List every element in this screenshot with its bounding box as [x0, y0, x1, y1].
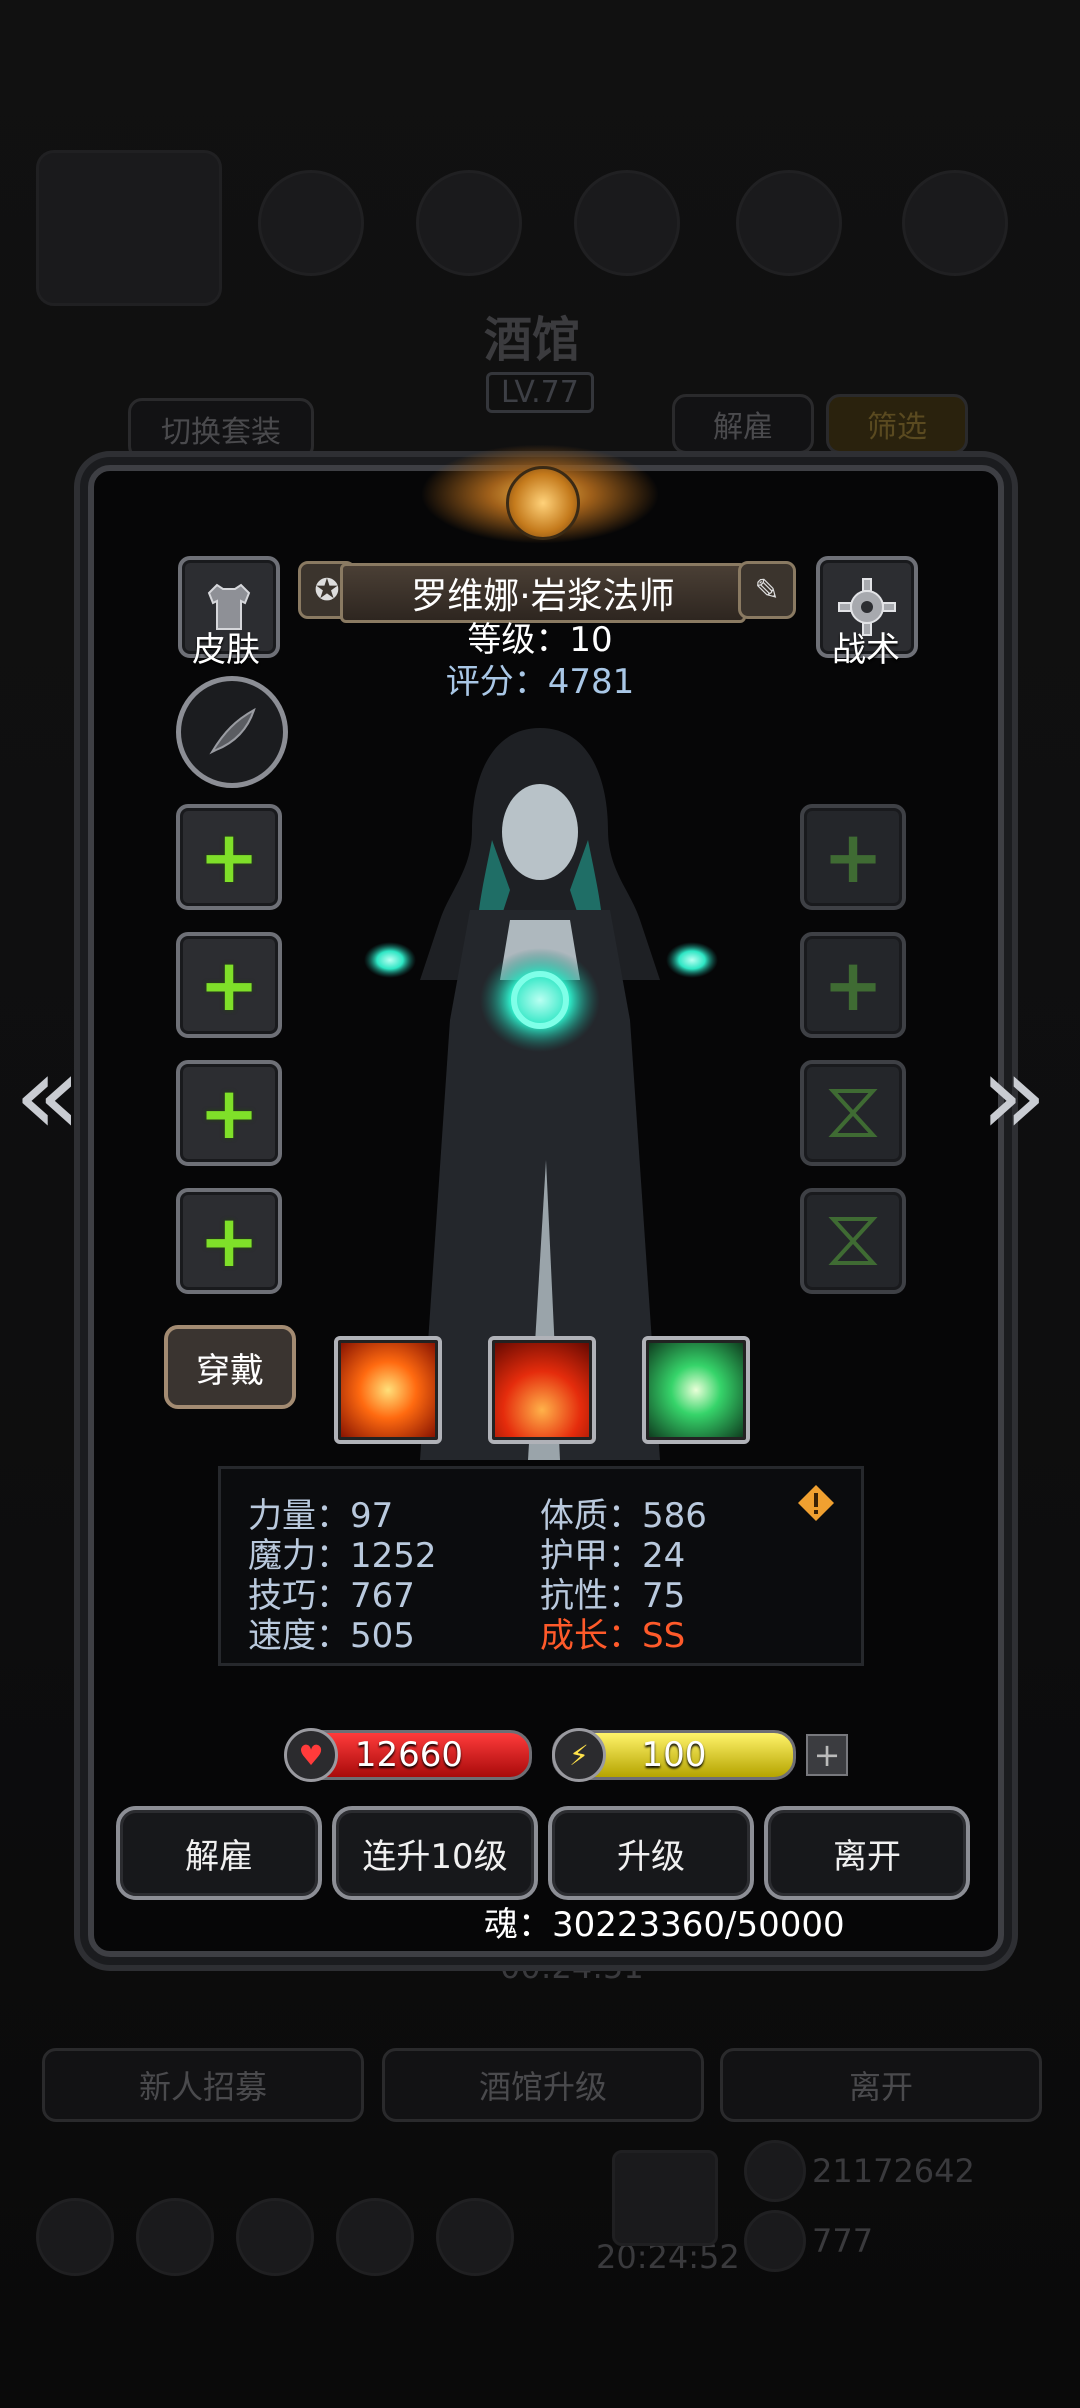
- stat-growth: 成长：SS: [540, 1616, 686, 1656]
- bg-bottom-icon: [36, 2198, 114, 2276]
- bg-tavern-level: LV.77: [486, 372, 594, 413]
- stat-speed: 速度：505: [248, 1616, 415, 1656]
- bg-bottom-icon: [136, 2198, 214, 2276]
- bg-gift-icon: [612, 2150, 718, 2246]
- heart-icon: ♥: [284, 1728, 338, 1782]
- skill-flame[interactable]: [488, 1336, 596, 1444]
- rune-slot-2[interactable]: +: [800, 932, 906, 1038]
- level-up-10-button[interactable]: 连升10级: [332, 1806, 538, 1900]
- bg-switch-outfit-button: 切换套装: [128, 398, 314, 460]
- add-plus-icon: +: [198, 815, 260, 899]
- tactics-label: 战术: [832, 630, 900, 670]
- add-plus-icon: +: [198, 943, 260, 1027]
- add-plus-icon: +: [198, 1071, 260, 1155]
- equip-slot-accessory-1[interactable]: +: [176, 1060, 282, 1166]
- skin-label: 皮肤: [192, 630, 260, 670]
- equip-slot-accessory-2[interactable]: +: [176, 1188, 282, 1294]
- prev-hero-arrow-icon[interactable]: «: [14, 1040, 81, 1150]
- dismiss-button[interactable]: 解雇: [116, 1806, 322, 1900]
- energy-value: 100: [641, 1735, 707, 1775]
- bg-menu-icon: [736, 170, 842, 276]
- warning-icon[interactable]: [796, 1483, 836, 1523]
- rename-edit-icon[interactable]: ✎: [738, 561, 796, 619]
- hp-value: 12660: [354, 1735, 464, 1775]
- bg-upgrade-tavern-button: 酒馆升级: [382, 2048, 704, 2122]
- level-up-button[interactable]: 升级: [548, 1806, 754, 1900]
- bg-gold-icon: [744, 2140, 806, 2202]
- hourglass-icon: [828, 1217, 878, 1265]
- add-plus-icon: +: [198, 1199, 260, 1283]
- bg-tavern-title: 酒馆: [484, 312, 581, 368]
- add-energy-button[interactable]: +: [806, 1734, 848, 1776]
- skill-fire-burst[interactable]: [334, 1336, 442, 1444]
- bg-gem-icon: [744, 2210, 806, 2272]
- bg-menu-icon: [902, 170, 1008, 276]
- add-plus-icon: +: [822, 943, 884, 1027]
- lightning-icon: ⚡: [552, 1728, 606, 1782]
- equip-slot-weapon[interactable]: +: [176, 804, 282, 910]
- bg-gold-amount: 21172642: [812, 2152, 975, 2190]
- rune-slot-1[interactable]: +: [800, 804, 906, 910]
- bg-bottom-icon: [436, 2198, 514, 2276]
- rune-slot-4[interactable]: [800, 1188, 906, 1294]
- soul-counter: 魂：30223360/50000: [484, 1905, 845, 1945]
- bg-filter-button: 筛选: [826, 394, 968, 454]
- equip-slot-armor[interactable]: +: [176, 932, 282, 1038]
- bg-avatar-icon: [36, 150, 222, 306]
- bg-recruit-button: 新人招募: [42, 2048, 364, 2122]
- bg-bottom-icon: [236, 2198, 314, 2276]
- bg-gem-amount: 777: [812, 2222, 874, 2260]
- add-plus-icon: +: [822, 815, 884, 899]
- leave-button[interactable]: 离开: [764, 1806, 970, 1900]
- bg-dismiss-button: 解雇: [672, 394, 814, 454]
- hourglass-icon: [828, 1089, 878, 1137]
- bg-bottom-icon: [336, 2198, 414, 2276]
- bg-menu-icon: [416, 170, 522, 276]
- bg-menu-icon: [258, 170, 364, 276]
- next-hero-arrow-icon[interactable]: »: [980, 1040, 1047, 1150]
- hero-score: 评分：4781: [445, 662, 635, 702]
- feather-button[interactable]: [176, 676, 288, 788]
- rune-slot-3[interactable]: [800, 1060, 906, 1166]
- feather-icon: [209, 707, 256, 755]
- skill-green-light[interactable]: [642, 1336, 750, 1444]
- wear-button[interactable]: 穿戴: [164, 1325, 296, 1409]
- crest-icon: [506, 466, 580, 540]
- bg-leave-button: 离开: [720, 2048, 1042, 2122]
- bg-menu-icon: [574, 170, 680, 276]
